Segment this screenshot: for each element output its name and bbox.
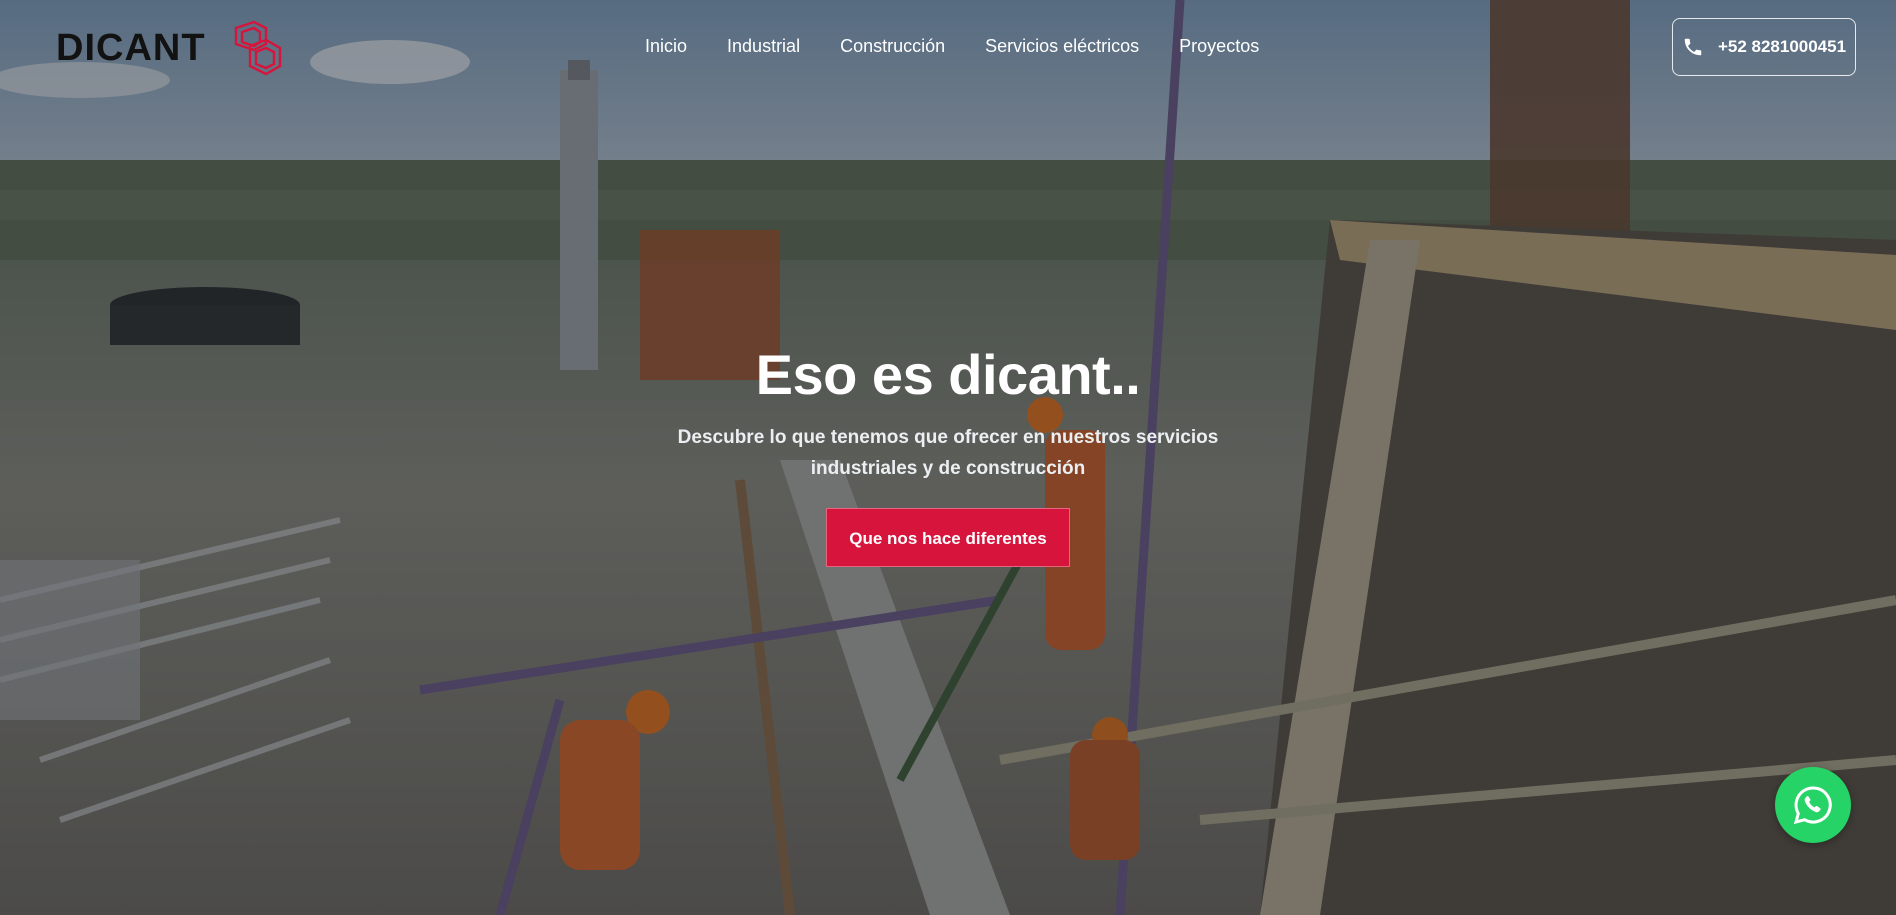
- brand-name: DICANT: [56, 26, 206, 69]
- phone-contact-button[interactable]: +52 8281000451: [1672, 18, 1856, 76]
- nav-item-industrial[interactable]: Industrial: [727, 36, 800, 57]
- site-header: DICANT Inicio Industrial Construcción Se…: [0, 0, 1896, 96]
- whatsapp-icon: [1793, 786, 1832, 825]
- brand-logo[interactable]: DICANT: [56, 20, 284, 76]
- nav-item-proyectos[interactable]: Proyectos: [1179, 36, 1259, 57]
- main-navigation: Inicio Industrial Construcción Servicios…: [645, 36, 1299, 57]
- landing-page: DICANT Inicio Industrial Construcción Se…: [0, 0, 1896, 915]
- dicant-dc-logo-icon: [234, 20, 281, 76]
- nav-item-construccion[interactable]: Construcción: [840, 36, 945, 57]
- hero-title: Eso es dicant..: [755, 343, 1141, 406]
- nav-item-servicios-electricos[interactable]: Servicios eléctricos: [985, 36, 1139, 57]
- phone-icon: [1684, 38, 1702, 56]
- cta-que-nos-hace-diferentes-button[interactable]: Que nos hace diferentes: [826, 508, 1070, 567]
- hero-subtitle: Descubre lo que tenemos que ofrecer en n…: [677, 427, 1219, 479]
- hero-section: Eso es dicant.. Descubre lo que tenemos …: [0, 338, 1896, 567]
- whatsapp-button[interactable]: [1775, 767, 1851, 843]
- phone-number: +52 8281000451: [1717, 37, 1847, 56]
- nav-item-inicio[interactable]: Inicio: [645, 36, 687, 57]
